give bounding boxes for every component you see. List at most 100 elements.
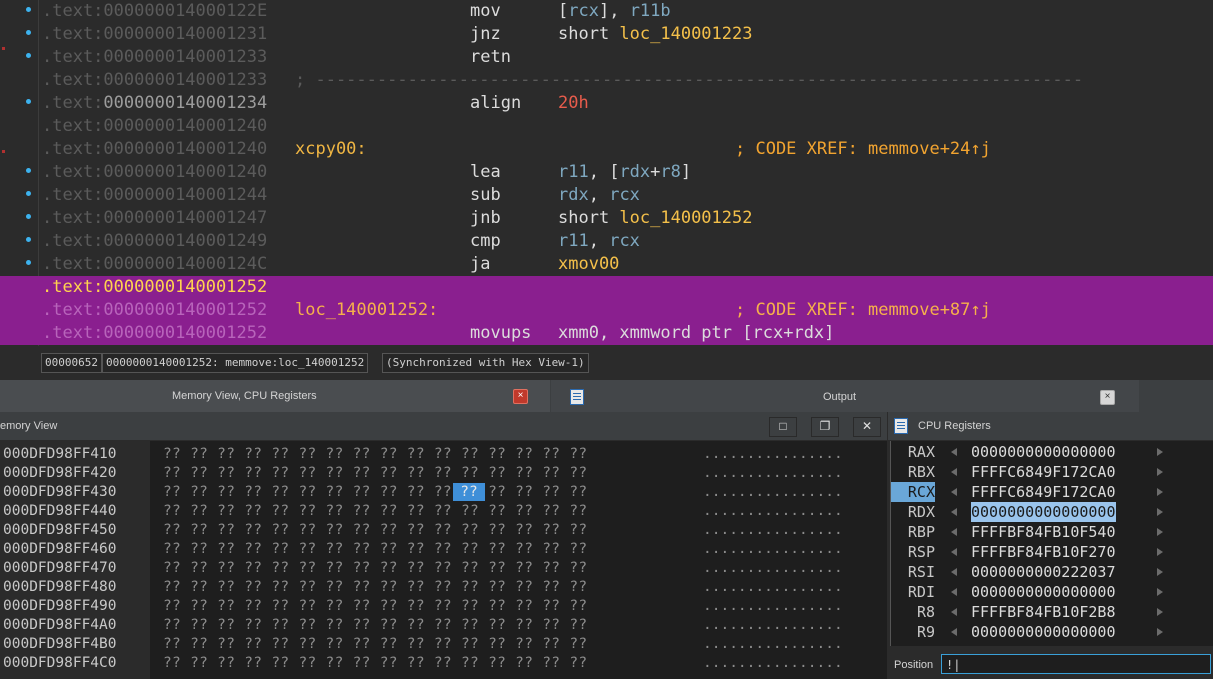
close-icon[interactable]: × [1100,390,1115,405]
disasm-line[interactable]: .text:0000000140001240 xcpy00: ; CODE XREF… [0,138,1213,161]
arrow-left-icon[interactable] [951,568,957,576]
disasm-line[interactable]: .text:0000000140001244 sub rdx, rcx [0,184,1213,207]
arrow-right-icon[interactable] [1157,468,1163,476]
memory-row[interactable]: 000DFD98FF440 ?? ?? ?? ?? ?? ?? ?? ?? ?? … [0,502,887,521]
memory-row[interactable]: 000DFD98FF4B0 ?? ?? ?? ?? ?? ?? ?? ?? ?? … [0,635,887,654]
operand-name[interactable]: xmov00 [558,254,619,274]
arrow-right-icon[interactable] [1157,528,1163,536]
register-value[interactable]: FFFFBF84FB10F2B8 [971,602,1116,622]
register-row[interactable]: RBX FFFFC6849F172CA0 [891,462,1213,482]
arrow-left-icon[interactable] [951,508,957,516]
operand-reg: rcx [609,185,640,205]
arrow-left-icon[interactable] [951,588,957,596]
arrow-left-icon[interactable] [951,528,957,536]
memory-bytes[interactable]: ?? ?? ?? ?? ?? ?? ?? ?? ?? ?? ?? ?? ?? ?… [163,597,587,616]
operand-name[interactable]: loc_140001252 [619,208,752,228]
disasm-line[interactable]: .text:0000000140001233 retn [0,46,1213,69]
memory-bytes[interactable]: ?? ?? ?? ?? ?? ?? ?? ?? ?? ?? ?? ?? ?? ?… [163,540,587,559]
arrow-right-icon[interactable] [1157,448,1163,456]
arrow-right-icon[interactable] [1157,608,1163,616]
arrow-left-icon[interactable] [951,488,957,496]
arrow-right-icon[interactable] [1157,488,1163,496]
register-value[interactable]: FFFFBF84FB10F540 [971,522,1116,542]
memory-bytes[interactable]: ?? ?? ?? ?? ?? ?? ?? ?? ?? ?? ?? ?? ?? ?… [163,616,587,635]
memory-row[interactable]: 000DFD98FF410 ?? ?? ?? ?? ?? ?? ?? ?? ?? … [0,445,887,464]
position-input[interactable]: !| [941,654,1211,674]
memory-row[interactable]: 000DFD98FF430?? ?? ?? ?? ?? ?? ?? ?? ?? … [0,483,887,502]
arrow-left-icon[interactable] [951,628,957,636]
memory-bytes[interactable]: ?? ?? ?? ?? ?? ?? ?? ?? ?? ?? ?? ?? ?? ?… [163,445,587,464]
register-row[interactable]: RBP FFFFBF84FB10F540 [891,522,1213,542]
disasm-line[interactable]: .text:0000000140001240 lea r11, [rdx+r8] [0,161,1213,184]
memory-bytes[interactable]: ?? ?? ?? ?? ?? ?? ?? ?? ?? ?? ?? ?? ?? ?… [163,559,587,578]
arrow-right-icon[interactable] [1157,548,1163,556]
register-row[interactable]: R9 0000000000000000 [891,622,1213,642]
register-row[interactable]: RSP FFFFBF84FB10F270 [891,542,1213,562]
memory-bytes[interactable]: ?? ?? ?? ?? ?? ?? ?? ?? ?? ?? ?? ?? ?? ?… [163,483,587,502]
tab-output[interactable]: Output × [551,380,1139,412]
disasm-line[interactable]: .text:000000014000122E mov [rcx], r11b [0,0,1213,23]
operand-name[interactable]: loc_140001223 [619,24,752,44]
memory-bytes[interactable]: ?? ?? ?? ?? ?? ?? ?? ?? ?? ?? ?? ?? ?? ?… [163,502,587,521]
close-button[interactable]: ✕ [853,417,881,437]
register-row[interactable]: RDI 0000000000000000 [891,582,1213,602]
disassembly-view[interactable]: .text:000000014000122E mov [rcx], r11b .tex… [0,0,1213,346]
code-label[interactable]: xcpy00: [295,138,367,161]
memory-bytes[interactable]: ?? ?? ?? ?? ?? ?? ?? ?? ?? ?? ?? ?? ?? ?… [163,578,587,597]
register-value[interactable]: 0000000000222037 [971,562,1116,582]
maximize-button[interactable]: □ [769,417,797,437]
disasm-line[interactable]: .text:0000000140001234 align 20h [0,92,1213,115]
disasm-line[interactable]: .text:0000000140001252 [0,276,1213,299]
register-row[interactable]: R8 FFFFBF84FB10F2B8 [891,602,1213,622]
register-row[interactable]: RDX 0000000000000000 [891,502,1213,522]
close-icon[interactable]: × [513,389,528,404]
register-value[interactable]: 0000000000000000 [971,502,1116,522]
memory-row[interactable]: 000DFD98FF420 ?? ?? ?? ?? ?? ?? ?? ?? ?? … [0,464,887,483]
arrow-right-icon[interactable] [1157,568,1163,576]
arrow-left-icon[interactable] [951,448,957,456]
register-value[interactable]: FFFFBF84FB10F270 [971,542,1116,562]
disasm-line[interactable]: .text:0000000140001240 [0,115,1213,138]
memory-bytes[interactable]: ?? ?? ?? ?? ?? ?? ?? ?? ?? ?? ?? ?? ?? ?… [163,654,587,673]
operands: r11, rcx [558,230,640,253]
arrow-right-icon[interactable] [1157,628,1163,636]
line-address: .text:0000000140001233 [42,46,267,69]
register-row[interactable]: RSI 0000000000222037 [891,562,1213,582]
cpu-registers[interactable]: RAX 0000000000000000 RBX FFFFC6849F172CA0 RC… [890,441,1213,646]
register-row[interactable]: RCX FFFFC6849F172CA0 [891,482,1213,502]
line-address: .text:0000000140001252 [42,276,267,299]
memory-row[interactable]: 000DFD98FF450 ?? ?? ?? ?? ?? ?? ?? ?? ?? … [0,521,887,540]
selected-byte[interactable]: ?? [453,483,485,501]
arrow-left-icon[interactable] [951,468,957,476]
register-value[interactable]: FFFFC6849F172CA0 [971,462,1116,482]
memory-row[interactable]: 000DFD98FF4C0 ?? ?? ?? ?? ?? ?? ?? ?? ?? … [0,654,887,673]
arrow-left-icon[interactable] [951,548,957,556]
tab-memory-cpu[interactable]: Memory View, CPU Registers × [0,380,550,412]
register-value[interactable]: 0000000000000000 [971,442,1116,462]
memory-row[interactable]: 000DFD98FF490 ?? ?? ?? ?? ?? ?? ?? ?? ?? … [0,597,887,616]
memory-row[interactable]: 000DFD98FF460 ?? ?? ?? ?? ?? ?? ?? ?? ?? … [0,540,887,559]
arrow-right-icon[interactable] [1157,508,1163,516]
register-value[interactable]: 0000000000000000 [971,622,1116,642]
memory-bytes[interactable]: ?? ?? ?? ?? ?? ?? ?? ?? ?? ?? ?? ?? ?? ?… [163,635,587,654]
arrow-right-icon[interactable] [1157,588,1163,596]
memory-bytes[interactable]: ?? ?? ?? ?? ?? ?? ?? ?? ?? ?? ?? ?? ?? ?… [163,521,587,540]
memory-row[interactable]: 000DFD98FF470 ?? ?? ?? ?? ?? ?? ?? ?? ?? … [0,559,887,578]
memory-row[interactable]: 000DFD98FF4A0 ?? ?? ?? ?? ?? ?? ?? ?? ?? … [0,616,887,635]
register-value[interactable]: FFFFC6849F172CA0 [971,482,1116,502]
register-value[interactable]: 0000000000000000 [971,582,1116,602]
disasm-line[interactable]: .text:0000000140001252 movups xmm0, xmmwor… [0,322,1213,345]
disasm-line[interactable]: .text:0000000140001249 cmp r11, rcx [0,230,1213,253]
disasm-line[interactable]: .text:0000000140001252 loc_140001252: ; CO… [0,299,1213,322]
code-label[interactable]: loc_140001252: [295,299,438,322]
disasm-line[interactable]: .text:0000000140001233 ; ----------------… [0,69,1213,92]
disasm-line[interactable]: .text:0000000140001231 jnz short loc_14000… [0,23,1213,46]
memory-view[interactable]: 000DFD98FF410?? ?? ?? ?? ?? ?? ?? ?? ?? … [0,441,887,679]
register-row[interactable]: RAX 0000000000000000 [891,442,1213,462]
arrow-left-icon[interactable] [951,608,957,616]
memory-row[interactable]: 000DFD98FF480 ?? ?? ?? ?? ?? ?? ?? ?? ?? … [0,578,887,597]
memory-bytes[interactable]: ?? ?? ?? ?? ?? ?? ?? ?? ?? ?? ?? ?? ?? ?… [163,464,587,483]
disasm-line[interactable]: .text:0000000140001247 jnb short loc_14000… [0,207,1213,230]
restore-button[interactable]: ❐ [811,417,839,437]
disasm-line[interactable]: .text:000000014000124C ja xmov00 [0,253,1213,276]
